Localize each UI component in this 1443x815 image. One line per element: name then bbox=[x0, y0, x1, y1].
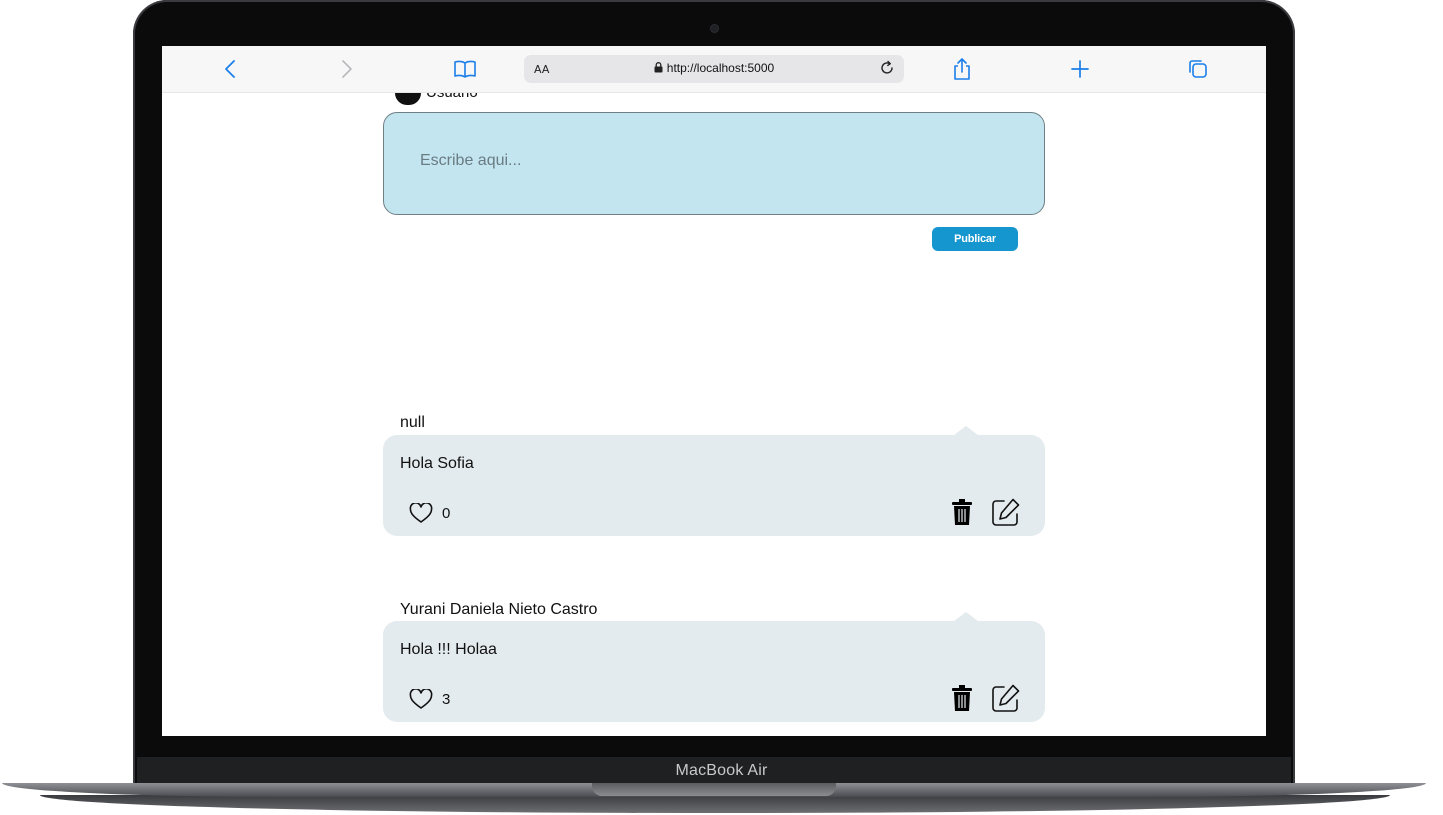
new-tab-button[interactable] bbox=[1067, 56, 1093, 82]
post-author: Yurani Daniela Nieto Castro bbox=[400, 601, 598, 618]
like-count: 0 bbox=[442, 505, 451, 522]
book-icon bbox=[454, 60, 476, 78]
tabs-icon bbox=[1189, 60, 1207, 78]
pencil-square-icon[interactable] bbox=[991, 683, 1021, 713]
post-composer bbox=[383, 112, 1045, 215]
forward-button[interactable] bbox=[334, 56, 360, 82]
laptop-hinge-notch bbox=[592, 783, 836, 796]
publish-button[interactable]: Publicar bbox=[932, 227, 1018, 251]
address-bar[interactable]: AA http://localhost:5000 bbox=[524, 55, 904, 83]
composer-user: Usuario bbox=[392, 93, 482, 105]
laptop-base-shadow bbox=[40, 795, 1390, 813]
heart-icon bbox=[409, 503, 433, 523]
bookmarks-button[interactable] bbox=[452, 56, 478, 82]
url-text: http://localhost:5000 bbox=[666, 61, 775, 75]
camera-icon bbox=[711, 25, 718, 32]
share-icon bbox=[954, 58, 970, 80]
chevron-right-icon bbox=[342, 60, 352, 78]
post-author: null bbox=[400, 414, 425, 431]
post-text: Hola Sofia bbox=[400, 455, 474, 472]
social-feed-page: Usuario Publicar null Hola Sofia 0 Yuran… bbox=[162, 93, 1266, 736]
post-text-input[interactable] bbox=[418, 151, 1012, 171]
share-button[interactable] bbox=[949, 56, 975, 82]
back-button[interactable] bbox=[217, 56, 243, 82]
like-button[interactable]: 3 bbox=[409, 689, 450, 710]
reload-icon[interactable] bbox=[878, 59, 896, 77]
browser-toolbar: AA http://localhost:5000 bbox=[162, 46, 1266, 93]
url-display[interactable]: http://localhost:5000 bbox=[524, 61, 904, 75]
device-label: MacBook Air bbox=[675, 762, 768, 779]
chevron-left-icon bbox=[225, 60, 235, 78]
avatar bbox=[395, 93, 421, 105]
browser-screen: AA http://localhost:5000 Usuario Publica… bbox=[162, 46, 1266, 736]
tabs-overview-button[interactable] bbox=[1185, 56, 1211, 82]
heart-icon bbox=[409, 689, 433, 709]
post-card: Hola Sofia 0 bbox=[383, 426, 1045, 536]
like-count: 3 bbox=[442, 691, 451, 708]
trash-icon[interactable] bbox=[952, 684, 972, 712]
post-card: Hola !!! Holaa 3 bbox=[383, 612, 1045, 722]
composer-user-name: Usuario bbox=[426, 93, 478, 101]
pencil-square-icon[interactable] bbox=[991, 497, 1021, 527]
like-button[interactable]: 0 bbox=[409, 503, 450, 524]
post-text: Hola !!! Holaa bbox=[400, 641, 497, 658]
plus-icon bbox=[1071, 60, 1089, 78]
lock-icon bbox=[654, 62, 663, 73]
trash-icon[interactable] bbox=[952, 498, 972, 526]
